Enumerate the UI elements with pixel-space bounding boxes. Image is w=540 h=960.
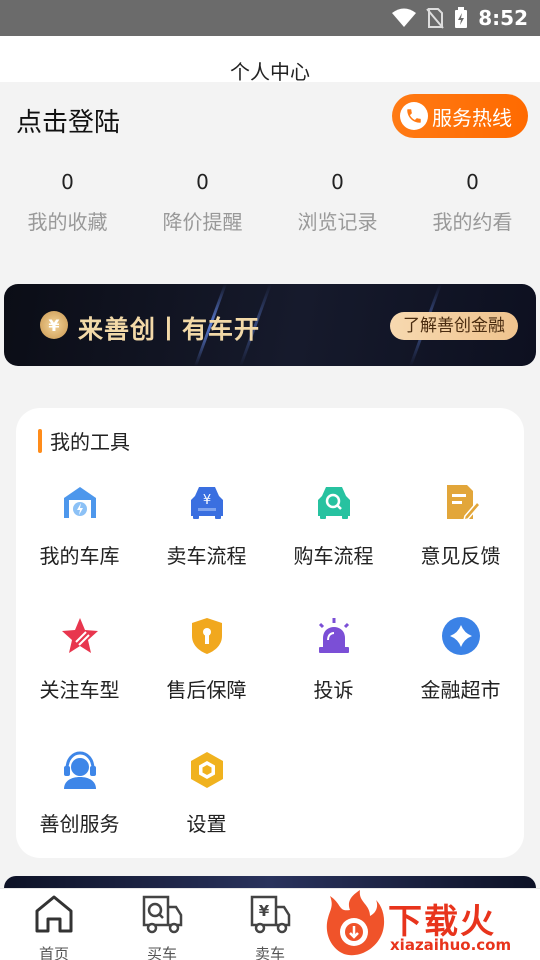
tool-label: 投诉	[313, 678, 354, 702]
customer-service-icon	[63, 751, 96, 789]
sell-truck-icon: ¥	[250, 895, 291, 934]
tool-buy-process[interactable]: 购车流程	[270, 482, 397, 569]
tool-followed-models[interactable]: 关注车型	[16, 616, 143, 703]
tool-complaint[interactable]: 投诉	[270, 616, 397, 703]
buy-car-icon	[317, 487, 350, 519]
coin-icon: ¥	[40, 311, 68, 339]
tool-label: 金融超市	[420, 678, 501, 702]
tool-feedback[interactable]: 意见反馈	[397, 482, 524, 569]
tools-header: 我的工具	[38, 426, 130, 455]
no-sim-icon	[426, 8, 445, 29]
tab-label: 卖车	[254, 945, 285, 960]
status-time: 8:52	[478, 6, 528, 30]
star-icon	[61, 618, 98, 653]
tab-home[interactable]: 首页	[19, 893, 89, 960]
tools-title: 我的工具	[50, 430, 130, 454]
banner-slogan: 来善创丨有车开	[78, 315, 261, 344]
stat-label: 我的约看	[432, 210, 513, 234]
stat-price-alerts[interactable]: 0 降价提醒	[135, 170, 270, 235]
tab-sell[interactable]: ¥ 卖车	[235, 893, 305, 960]
tools-card: 我的工具 我的车库 ¥ 卖车流程 购车流程 意见反馈 关注车型 售后保障 投诉 …	[16, 408, 524, 858]
stat-value: 0	[466, 170, 479, 194]
sell-car-icon: ¥	[190, 487, 223, 519]
tool-label: 关注车型	[39, 678, 120, 702]
stat-appointments[interactable]: 0 我的约看	[405, 170, 540, 235]
finance-learn-button[interactable]: 了解善创金融	[390, 312, 518, 340]
shield-icon	[191, 618, 222, 654]
buy-truck-icon	[142, 895, 183, 934]
hotline-label: 服务热线	[432, 105, 512, 130]
phone-icon	[400, 102, 428, 130]
hexagon-settings-icon	[190, 752, 223, 788]
status-bar: 8:52	[0, 0, 540, 36]
finance-banner[interactable]: ¥ 来善创丨有车开 了解善创金融	[4, 284, 536, 366]
svg-text:¥: ¥	[202, 493, 210, 508]
tool-finance-market[interactable]: 金融超市	[397, 616, 524, 703]
stat-value: 0	[61, 170, 74, 194]
tool-label: 卖车流程	[166, 544, 247, 568]
stats-row: 0 我的收藏 0 降价提醒 0 浏览记录 0 我的约看	[0, 170, 540, 235]
tool-label: 设置	[186, 812, 227, 836]
hotline-button[interactable]: 服务热线	[392, 94, 528, 138]
tab-label: 首页	[38, 945, 69, 960]
alarm-icon	[318, 618, 349, 653]
tool-label: 我的车库	[39, 544, 120, 568]
home-icon	[35, 895, 73, 933]
tab-label: 买车	[146, 945, 177, 960]
tool-service[interactable]: 善创服务	[16, 750, 143, 837]
tool-label: 售后保障	[166, 678, 247, 702]
tab-buy[interactable]: 买车	[127, 893, 197, 960]
flame-logo-icon	[326, 890, 385, 956]
tool-settings[interactable]: 设置	[143, 750, 270, 837]
svg-text:¥: ¥	[259, 902, 270, 920]
tool-label: 购车流程	[293, 544, 374, 568]
title-bar: 个人中心	[0, 36, 540, 84]
section-accent-bar	[38, 428, 42, 453]
profile-section: 点击登陆 服务热线 0 我的收藏 0 降价提醒 0 浏览记录 0 我的约看	[0, 82, 540, 272]
tool-my-garage[interactable]: 我的车库	[16, 482, 143, 569]
feedback-icon	[446, 485, 481, 522]
login-link[interactable]: 点击登陆	[16, 102, 120, 139]
stat-label: 降价提醒	[162, 210, 243, 234]
stat-value: 0	[331, 170, 344, 194]
battery-icon	[455, 7, 468, 28]
stat-history[interactable]: 0 浏览记录	[270, 170, 405, 235]
stat-value: 0	[196, 170, 209, 194]
tool-after-sales[interactable]: 售后保障	[143, 616, 270, 703]
diamond-icon	[441, 617, 480, 655]
tool-label: 意见反馈	[420, 544, 501, 568]
page-title: 个人中心	[230, 60, 310, 84]
stat-label: 浏览记录	[297, 210, 378, 234]
stat-label: 我的收藏	[27, 210, 108, 234]
watermark-url: xiazaihuo.com	[390, 936, 512, 954]
site-watermark: 下载火 xiazaihuo.com	[320, 888, 540, 960]
wifi-icon	[392, 8, 417, 27]
tool-sell-process[interactable]: ¥ 卖车流程	[143, 482, 270, 569]
stat-favorites[interactable]: 0 我的收藏	[0, 170, 135, 235]
garage-icon	[63, 487, 96, 518]
tool-label: 善创服务	[39, 812, 120, 836]
